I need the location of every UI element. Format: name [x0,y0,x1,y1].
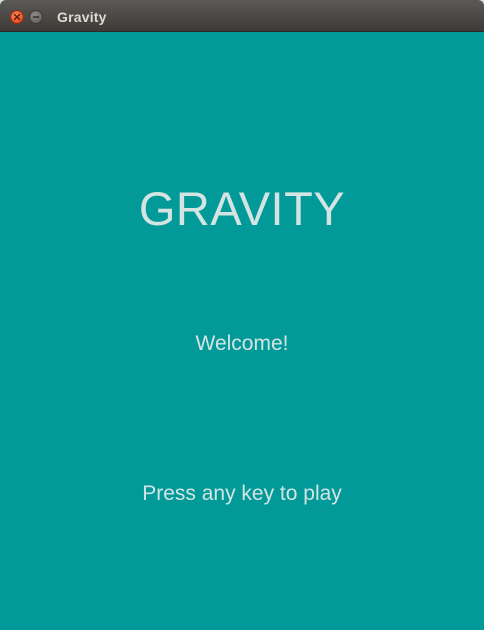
welcome-message: Welcome! [195,332,289,355]
start-prompt: Press any key to play [142,482,342,505]
minimize-button[interactable] [29,10,43,24]
game-title: GRAVITY [138,182,346,235]
game-window: Gravity GRAVITY Welcome! Press any key t… [0,0,484,630]
minimize-icon [32,13,40,21]
close-button[interactable] [10,10,24,24]
game-canvas[interactable]: GRAVITY Welcome! Press any key to play [0,32,484,630]
title-bar[interactable]: Gravity [0,0,484,32]
window-title: Gravity [57,9,107,25]
close-icon [13,13,21,21]
